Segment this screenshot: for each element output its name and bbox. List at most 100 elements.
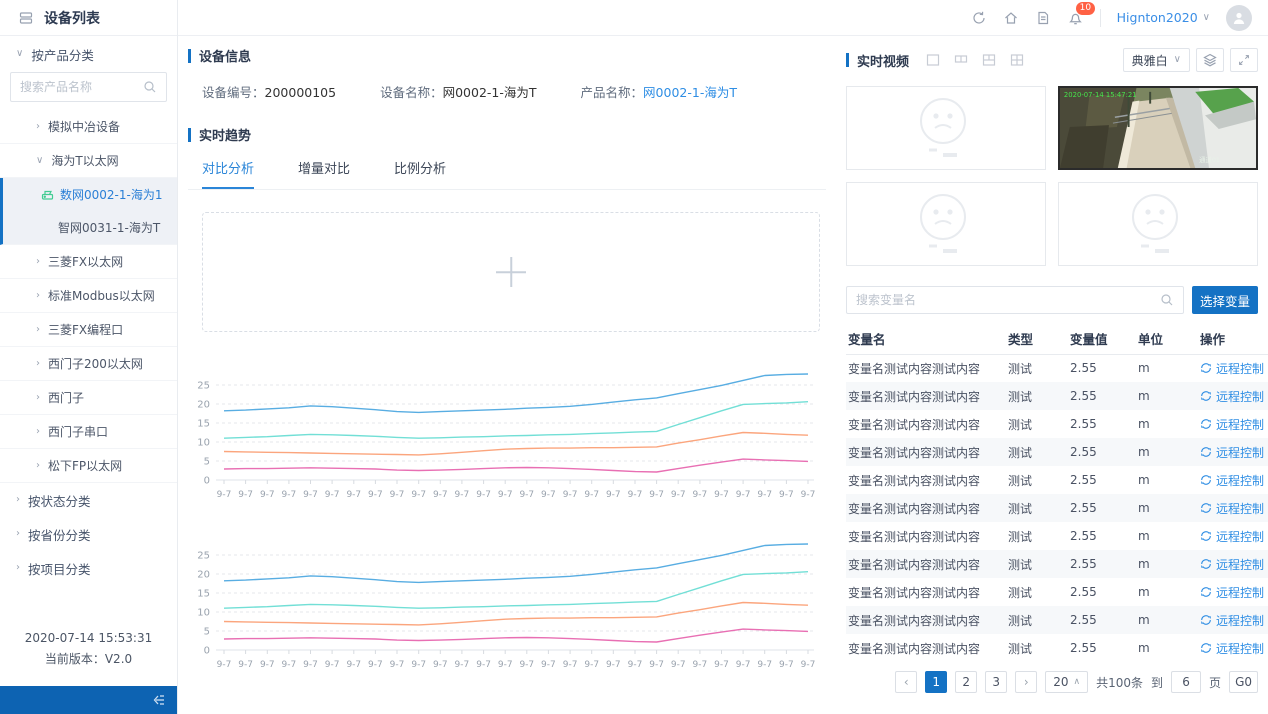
- layout-1-icon[interactable]: [925, 52, 941, 68]
- svg-text:9-7: 9-7: [693, 490, 708, 500]
- remote-control-link[interactable]: 远程控制: [1200, 640, 1267, 657]
- sidebar-collapse-bar[interactable]: [0, 686, 177, 714]
- add-chart-placeholder[interactable]: [202, 212, 820, 332]
- goto-page-input[interactable]: [1171, 671, 1201, 693]
- remote-control-link[interactable]: 远程控制: [1200, 612, 1267, 629]
- search-icon[interactable]: [1160, 293, 1174, 307]
- total-count-label: 共100条: [1096, 674, 1143, 691]
- pagination-page-2[interactable]: 2: [955, 671, 977, 693]
- svg-text:15: 15: [197, 419, 210, 430]
- variable-search-input[interactable]: [856, 293, 1160, 307]
- svg-text:9-7: 9-7: [519, 490, 534, 500]
- layers-button[interactable]: [1196, 48, 1224, 72]
- remote-control-link[interactable]: 远程控制: [1200, 556, 1267, 573]
- layout-2-icon[interactable]: [953, 52, 969, 68]
- menu-fold-icon[interactable]: [151, 692, 167, 708]
- layers-icon: [1202, 52, 1218, 68]
- remote-control-link[interactable]: 远程控制: [1200, 472, 1267, 489]
- svg-text:9-7: 9-7: [411, 660, 426, 670]
- product-search-input[interactable]: [20, 80, 143, 94]
- remote-control-link[interactable]: 远程控制: [1200, 444, 1267, 461]
- remote-control-icon: [1200, 558, 1212, 570]
- pagination-page-1[interactable]: 1: [925, 671, 947, 693]
- sidebar-device-item[interactable]: 数网0002-1-海为1: [3, 178, 177, 211]
- remote-control-link[interactable]: 远程控制: [1200, 416, 1267, 433]
- svg-text:9-7: 9-7: [714, 660, 729, 670]
- svg-text:9-7: 9-7: [649, 490, 664, 500]
- cell-type: 测试: [1006, 550, 1068, 578]
- chevron-up-icon: ∧: [1074, 677, 1081, 687]
- sidebar-category-item[interactable]: ›西门子串口: [0, 415, 177, 449]
- fullscreen-button[interactable]: [1230, 48, 1258, 72]
- remote-control-link[interactable]: 远程控制: [1200, 584, 1267, 601]
- svg-text:9-7: 9-7: [433, 490, 448, 500]
- remote-control-link[interactable]: 远程控制: [1200, 360, 1267, 377]
- layout-4-icon[interactable]: [1009, 52, 1025, 68]
- svg-text:9-7: 9-7: [498, 490, 513, 500]
- svg-text:0: 0: [204, 476, 210, 487]
- title-accent-bar: [846, 53, 849, 67]
- table-row: 变量名测试内容测试内容测试2.55m远程控制: [846, 578, 1268, 606]
- pagination-next[interactable]: ›: [1015, 671, 1037, 693]
- svg-text:9-7: 9-7: [757, 490, 772, 500]
- sidebar-category-item[interactable]: ›松下FP以太网: [0, 449, 177, 483]
- tab-compare-analysis[interactable]: 对比分析: [202, 158, 254, 189]
- sidebar-category-item[interactable]: ›模拟中冶设备: [0, 110, 177, 144]
- video-cell-empty[interactable]: [846, 182, 1046, 266]
- cell-variable-name: 变量名测试内容测试内容: [846, 578, 1006, 606]
- remote-control-icon: [1200, 614, 1212, 626]
- sidebar-section-item[interactable]: ›按项目分类: [0, 551, 177, 585]
- sidebar-category-item[interactable]: ›三菱FX以太网: [0, 245, 177, 279]
- document-icon[interactable]: [1035, 10, 1051, 26]
- bell-icon[interactable]: 10: [1067, 9, 1084, 26]
- theme-select[interactable]: 典雅白 ∨: [1123, 48, 1190, 72]
- sidebar-category-item[interactable]: ›西门子200以太网: [0, 347, 177, 381]
- tab-increment-compare[interactable]: 增量对比: [298, 158, 350, 189]
- layout-3-icon[interactable]: [981, 52, 997, 68]
- pagination-pages: 123: [925, 671, 1007, 693]
- cell-variable-name: 变量名测试内容测试内容: [846, 354, 1006, 382]
- sidebar-category-item[interactable]: ›标准Modbus以太网: [0, 279, 177, 313]
- video-cell-empty[interactable]: [1058, 182, 1258, 266]
- svg-text:9-7: 9-7: [325, 490, 340, 500]
- go-button[interactable]: G0: [1229, 671, 1258, 693]
- sidebar-category-item[interactable]: ›西门子: [0, 381, 177, 415]
- select-variable-button[interactable]: 选择变量: [1192, 286, 1258, 314]
- sidebar-group-by-product[interactable]: ∨ 按产品分类: [0, 36, 177, 72]
- svg-text:9-7: 9-7: [541, 490, 556, 500]
- video-cell-live[interactable]: 2020-07-14 15:47:21 通道01: [1058, 86, 1258, 170]
- pagination-page-3[interactable]: 3: [985, 671, 1007, 693]
- person-icon: [1231, 10, 1247, 26]
- cell-value: 2.55: [1068, 522, 1136, 550]
- cell-value: 2.55: [1068, 382, 1136, 410]
- page-size-select[interactable]: 20 ∧: [1045, 671, 1088, 693]
- no-video-icon: [1121, 191, 1195, 257]
- remote-control-link[interactable]: 远程控制: [1200, 388, 1267, 405]
- chevron-right-icon: ›: [36, 122, 40, 132]
- remote-control-link[interactable]: 远程控制: [1200, 528, 1267, 545]
- sidebar-device-item[interactable]: 智网0031-1-海为T: [3, 211, 177, 244]
- home-icon[interactable]: [1003, 10, 1019, 26]
- chevron-down-icon: ∨: [16, 49, 23, 59]
- avatar[interactable]: [1226, 5, 1252, 31]
- tab-ratio-analysis[interactable]: 比例分析: [394, 158, 446, 189]
- user-menu[interactable]: Hignton2020 ∨: [1117, 10, 1210, 25]
- sidebar: 设备列表 ∨ 按产品分类 ›模拟中冶设备∨海为T以太网数网0002-1-海为1智…: [0, 0, 178, 714]
- table-row: 变量名测试内容测试内容测试2.55m远程控制: [846, 494, 1268, 522]
- sidebar-category-item[interactable]: ›三菱FX编程口: [0, 313, 177, 347]
- video-grid: 2020-07-14 15:47:21 通道01: [846, 86, 1258, 266]
- svg-text:9-7: 9-7: [217, 660, 232, 670]
- remote-control-link[interactable]: 远程控制: [1200, 500, 1267, 517]
- search-icon[interactable]: [143, 80, 157, 94]
- chevron-right-icon: ›: [36, 291, 40, 301]
- pagination-prev[interactable]: ‹: [895, 671, 917, 693]
- sidebar-header: 设备列表: [0, 0, 177, 36]
- sidebar-section-item[interactable]: ›按状态分类: [0, 483, 177, 517]
- sidebar-category-item[interactable]: ∨海为T以太网: [0, 144, 177, 178]
- product-name-link[interactable]: 网0002-1-海为T: [643, 85, 737, 100]
- refresh-icon[interactable]: [971, 10, 987, 26]
- cell-variable-name: 变量名测试内容测试内容: [846, 438, 1006, 466]
- svg-text:9-7: 9-7: [282, 490, 297, 500]
- video-cell-empty[interactable]: [846, 86, 1046, 170]
- sidebar-section-item[interactable]: ›按省份分类: [0, 517, 177, 551]
